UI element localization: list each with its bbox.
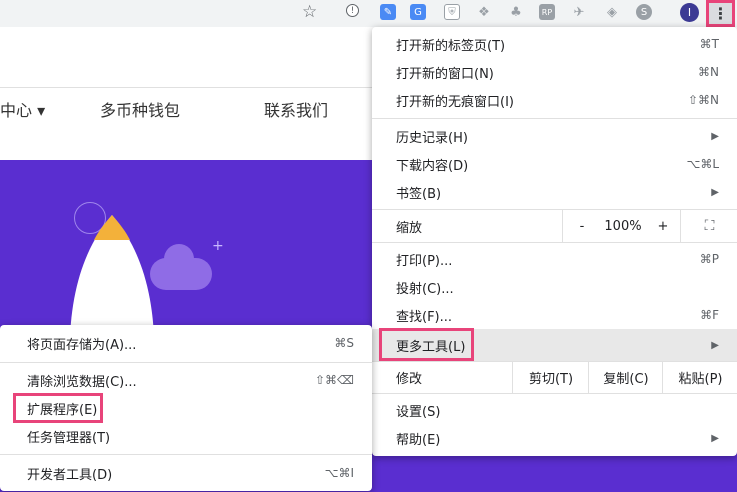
fox-icon[interactable]: ◈ [604,4,620,20]
nav-wallet[interactable]: 多币种钱包 [100,97,180,121]
more-vert-icon: ⋮ [712,3,729,23]
menu-new-tab[interactable]: 打开新的标签页(T) ⌘T [372,30,737,58]
rp-icon[interactable]: RP [539,4,555,20]
shield-icon[interactable]: ⛨ [444,4,460,20]
menu-history[interactable]: 历史记录(H) ▶ [372,122,737,150]
submenu-arrow-icon: ▶ [711,339,719,351]
chrome-menu-button[interactable]: ⋮ [706,0,735,27]
menu-divider [0,362,372,363]
dropbox-icon[interactable]: ❖ [476,4,492,20]
bird-icon[interactable]: ✈ [571,4,587,20]
menu-divider [0,454,372,455]
menu-help[interactable]: 帮助(E) ▶ [372,424,737,452]
address-bar[interactable] [0,0,333,24]
fullscreen-button[interactable]: ⛶ [680,210,737,242]
paste-button[interactable]: 粘贴(P) [662,361,737,393]
menu-find[interactable]: 查找(F)... ⌘F [372,301,737,329]
tree-icon[interactable]: ♣ [508,4,524,20]
submenu-arrow-icon: ▶ [711,130,719,142]
nav-contact[interactable]: 联系我们 [264,97,328,121]
menu-downloads[interactable]: 下载内容(D) ⌥⌘L [372,150,737,178]
zoom-in-button[interactable]: + [646,210,680,242]
menu-divider [372,242,737,243]
cut-button[interactable]: 剪切(T) [512,361,589,393]
menu-settings[interactable]: 设置(S) [372,396,737,424]
menu-zoom-row: 缩放 - 100% + ⛶ [372,210,737,242]
menu-new-incognito[interactable]: 打开新的无痕窗口(I) ⇧⌘N [372,86,737,114]
menu-divider [372,393,737,394]
copy-button[interactable]: 复制(C) [588,361,663,393]
highlight-more-tools [379,328,474,361]
menu-new-window[interactable]: 打开新的窗口(N) ⌘N [372,58,737,86]
browser-toolbar: ☆ ! ✎ G ⛨ ❖ ♣ RP ✈ ◈ S I ⋮ [0,0,737,27]
menu-bookmarks[interactable]: 书签(B) ▶ [372,178,737,206]
more-tools-submenu: 将页面存储为(A)... ⌘S 清除浏览数据(C)... ⇧⌘⌫ 扩展程序(E)… [0,325,372,491]
menu-cast[interactable]: 投射(C)... [372,273,737,301]
submenu-dev-tools[interactable]: 开发者工具(D) ⌥⌘I [0,459,372,487]
profile-avatar[interactable]: I [680,3,699,22]
submenu-save-page[interactable]: 将页面存储为(A)... ⌘S [0,329,372,357]
menu-divider [372,118,737,119]
nav-center[interactable]: 中心 ▾ [0,97,45,121]
submenu-task-manager[interactable]: 任务管理器(T) [0,422,372,450]
bookmark-star-icon[interactable]: ☆ [302,2,317,22]
zoom-out-button[interactable]: - [562,210,601,242]
translate-icon[interactable]: G [410,4,426,20]
zoom-level: 100% [604,218,642,234]
divider [0,87,373,88]
submenu-arrow-icon: ▶ [711,186,719,198]
menu-edit-row: 修改 剪切(T) 复制(C) 粘贴(P) [372,361,737,393]
info-circle-icon[interactable]: ! [346,4,359,17]
chrome-main-menu: 打开新的标签页(T) ⌘T 打开新的窗口(N) ⌘N 打开新的无痕窗口(I) ⇧… [372,27,737,456]
s-circle-icon[interactable]: S [636,4,652,20]
pen-icon[interactable]: ✎ [380,4,396,20]
submenu-clear-data[interactable]: 清除浏览数据(C)... ⇧⌘⌫ [0,366,372,394]
submenu-arrow-icon: ▶ [711,432,719,444]
highlight-extensions [13,393,103,423]
fullscreen-icon: ⛶ [704,218,715,234]
menu-print[interactable]: 打印(P)... ⌘P [372,245,737,273]
sparkle-icon: + [212,238,224,254]
